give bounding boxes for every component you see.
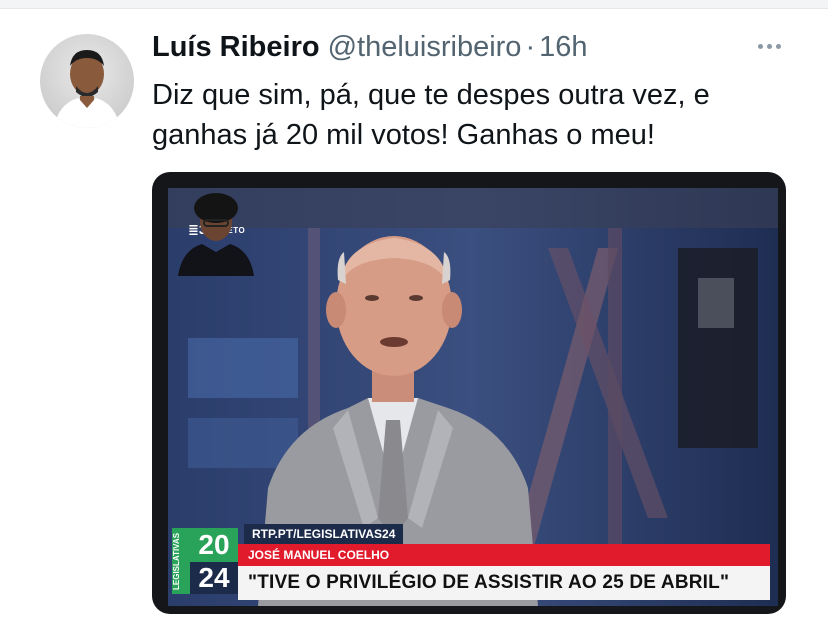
timestamp[interactable]: 16h [539,31,587,64]
author-name[interactable]: Luís Ribeiro [152,31,320,64]
election-logo: 20 24 [190,528,238,594]
more-dot [766,43,772,49]
tweet-header: Luís Ribeiro @theluisribeiro · 16h [152,31,588,71]
avatar[interactable] [40,34,134,128]
tweet-text: Diz que sim, pá, que te despes outra vez… [152,79,710,151]
tweet-media-photo[interactable]: ≣3 DIRETO LEGISLATIVAS 20 24 RTP.PT/LEGI… [152,172,786,614]
sign-language-interpreter [178,193,254,276]
election-vertical-label: LEGISLATIVAS [172,528,190,594]
more-dot [757,43,763,49]
more-dot [775,43,781,49]
election-year-top: 20 [198,529,230,560]
speaker-nameplate: JOSÉ MANUEL COELHO [238,544,770,566]
more-options-icon[interactable] [752,33,786,59]
ticker-url: RTP.PT/LEGISLATIVAS24 [244,524,404,544]
top-divider [0,0,828,9]
election-year-bottom: 24 [190,562,238,594]
tv-screen: ≣3 DIRETO LEGISLATIVAS 20 24 RTP.PT/LEGI… [168,188,778,606]
tweet[interactable]: Luís Ribeiro @theluisribeiro · 16h Diz q… [0,9,828,626]
speaker-quote: "TIVE O PRIVILÉGIO DE ASSISTIR AO 25 DE … [238,566,770,600]
separator: · [525,31,536,63]
author-handle[interactable]: @theluisribeiro [328,31,522,64]
